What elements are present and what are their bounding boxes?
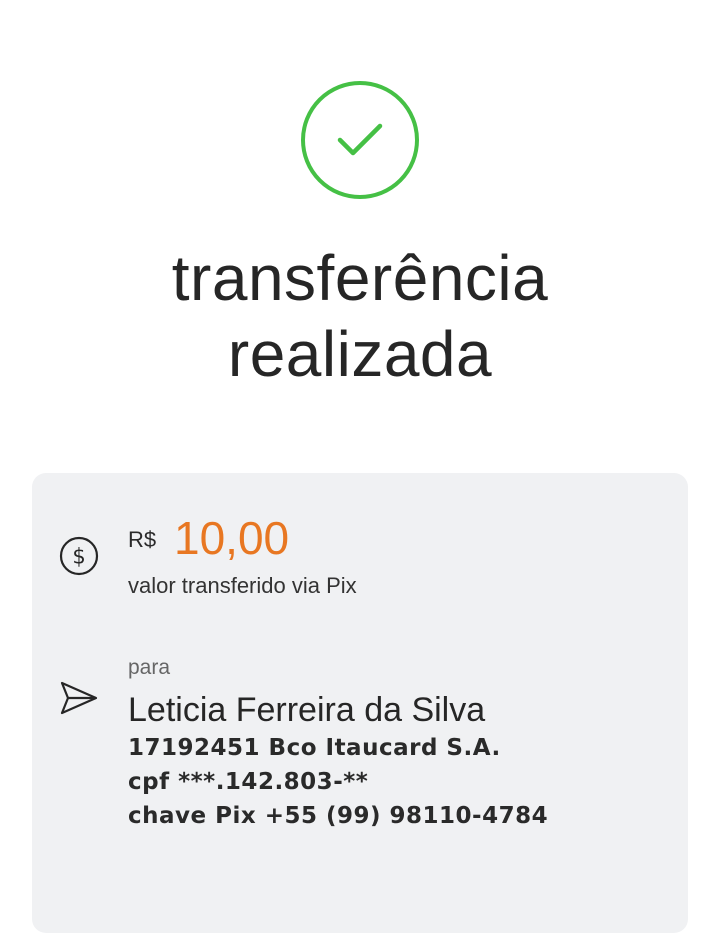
transfer-details-card: $ R$ 10,00 valor transferido via Pix par… [32, 473, 688, 933]
amount-caption: valor transferido via Pix [128, 573, 357, 598]
title-line-1: transferência [171, 242, 549, 314]
send-icon [60, 681, 98, 715]
dollar-circle-icon: $ [59, 536, 99, 576]
svg-text:$: $ [72, 545, 85, 569]
check-circle-icon [301, 81, 419, 199]
recipient-pix-key: chave Pix +55 (99) 98110-4784 [128, 803, 549, 829]
amount-value: 10,00 [174, 512, 290, 564]
currency-label: R$ [128, 527, 157, 552]
page-title: transferência realizada [0, 240, 720, 392]
recipient-label: para [128, 656, 171, 679]
recipient-cpf: cpf ***.142.803-** [128, 769, 369, 795]
recipient-name: Leticia Ferreira da Silva [128, 691, 486, 729]
recipient-bank: 17192451 Bco Itaucard S.A. [128, 735, 501, 761]
title-line-2: realizada [227, 318, 493, 390]
